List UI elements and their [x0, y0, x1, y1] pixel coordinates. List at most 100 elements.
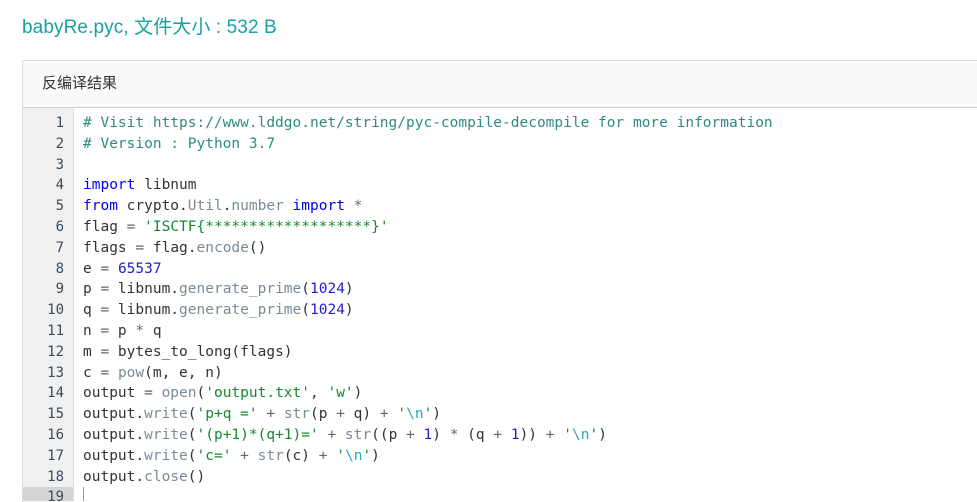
code-token-pl: ): [432, 426, 450, 443]
code-token-pl: libnum: [135, 177, 197, 194]
code-token-num: 1024: [310, 302, 345, 319]
code-token-pl: output.: [83, 426, 145, 443]
code-token-op: +: [537, 426, 564, 443]
code-token-kw: import: [292, 198, 345, 215]
code-token-pl: libnum.: [109, 302, 180, 319]
line-number: 15: [47, 406, 64, 423]
code-token-pl: flag: [83, 218, 127, 235]
line-number: 1: [55, 115, 64, 131]
code-line: output = open('output.txt', 'w'): [83, 383, 977, 404]
code-token-op: =: [100, 322, 110, 339]
code-token-op: *: [344, 198, 363, 215]
code-token-fn: str: [344, 426, 372, 443]
code-line: import libnum: [83, 175, 977, 196]
code-token-str: 'output.txt': [205, 385, 310, 402]
code-token-pl: (p: [310, 406, 337, 423]
code-token-op: +: [231, 447, 258, 464]
code-token-pl: (): [187, 468, 206, 485]
code-token-op: =: [144, 385, 153, 402]
code-editor[interactable]: 1 2 3 4 5 6 7 8 9 10 11 12 13 14 15 16 17 18 19 # Visit ht…: [23, 108, 977, 501]
code-token-pl: ): [371, 447, 380, 464]
page-title: babyRe.pyc, 文件大小 : 532 B: [22, 17, 277, 38]
code-line: from crypto.Util.number import *: [83, 196, 977, 217]
code-token-op: =: [100, 302, 110, 319]
code-token-pl: q): [344, 406, 372, 423]
line-number: 14: [47, 385, 64, 402]
code-token-pl: ((p: [371, 426, 407, 443]
line-number: 11: [47, 322, 64, 339]
code-token-fn: str: [283, 406, 311, 423]
code-token-op: =: [100, 343, 110, 360]
code-token-esc: \n: [344, 447, 363, 464]
code-token-str: ': [563, 426, 572, 443]
code-token-fn: generate_prime: [179, 281, 302, 298]
code-line: p = libnum.generate_prime(1024): [83, 279, 977, 300]
line-number: 7: [55, 239, 64, 256]
code-token-pl: (): [248, 239, 267, 256]
code-token-op: +: [336, 406, 345, 423]
code-token-kw: from: [83, 198, 118, 215]
code-token-com: # Visit https://www.lddgo.net/string/pyc…: [83, 115, 773, 131]
code-token-op: =: [135, 239, 145, 256]
code-token-fn: open: [161, 385, 197, 402]
line-number: 12: [47, 343, 64, 360]
line-number: 4: [55, 177, 64, 194]
code-token-fn: write: [144, 447, 188, 464]
code-line: q = libnum.generate_prime(1024): [83, 300, 977, 321]
line-number: 18: [47, 468, 64, 485]
line-number: 8: [55, 260, 64, 277]
code-token-fn: write: [144, 426, 188, 443]
line-number: 17: [47, 447, 64, 464]
code-line: # Visit https://www.lddgo.net/string/pyc…: [83, 113, 977, 134]
code-token-op: =: [100, 260, 110, 277]
code-token-pl: (q: [458, 426, 494, 443]
code-token-pl: q: [144, 322, 162, 339]
code-token-pl: flags: [83, 239, 136, 256]
code-token-num: 1024: [310, 281, 345, 298]
code-token-str: 'w': [327, 385, 354, 402]
code-token-num: 1: [423, 426, 433, 443]
code-token-pl: ): [598, 426, 607, 443]
code-token-fn: str: [257, 447, 284, 464]
code-line: n = p * q: [83, 321, 977, 342]
code-token-pl: output.: [83, 406, 145, 423]
line-number: 5: [55, 198, 64, 215]
code-token-esc: \n: [406, 406, 424, 423]
code-token-kw: import: [83, 177, 136, 194]
code-token-str: '(p+1)*(q+1)=': [196, 426, 319, 443]
code-token-pl: n: [83, 322, 101, 339]
line-number: 3: [55, 156, 64, 173]
code-token-fn: pow: [117, 364, 145, 381]
code-token-pl: )): [519, 426, 538, 443]
code-token-fn: generate_prime: [179, 302, 302, 319]
decompile-result-panel: 反编译结果 1 2 3 4 5 6 7 8 9 10 11 12 13 14 15 16 17 18 19 # Vi…: [22, 60, 977, 502]
code-token-op: +: [318, 426, 345, 443]
code-line: flags = flag.encode(): [83, 238, 977, 259]
code-token-pl: (m, e, n): [144, 364, 223, 381]
code-token-op: +: [371, 406, 398, 423]
code-token-fn: Util: [187, 198, 223, 215]
code-token-str: ': [589, 426, 599, 443]
code-token-op: *: [135, 322, 145, 339]
code-token-pl: p: [109, 322, 136, 339]
code-token-pl: p: [83, 281, 101, 298]
code-content[interactable]: # Visit https://www.lddgo.net/string/pyc…: [74, 108, 977, 501]
code-token-pl: flag.: [144, 239, 197, 256]
code-line: c = pow(m, e, n): [83, 363, 977, 384]
code-line: output.close(): [83, 467, 977, 488]
code-token-pl: (: [187, 447, 197, 464]
code-token-op: +: [406, 426, 415, 443]
code-token-fn: encode: [196, 239, 249, 256]
line-number: 2: [55, 135, 64, 152]
code-token-op: =: [100, 364, 110, 381]
code-token-pl: q: [83, 302, 101, 319]
code-token-pl: ,: [310, 385, 328, 402]
code-line: e = 65537: [83, 259, 977, 280]
code-token-fn: close: [144, 468, 188, 485]
line-number: 19: [23, 487, 73, 501]
